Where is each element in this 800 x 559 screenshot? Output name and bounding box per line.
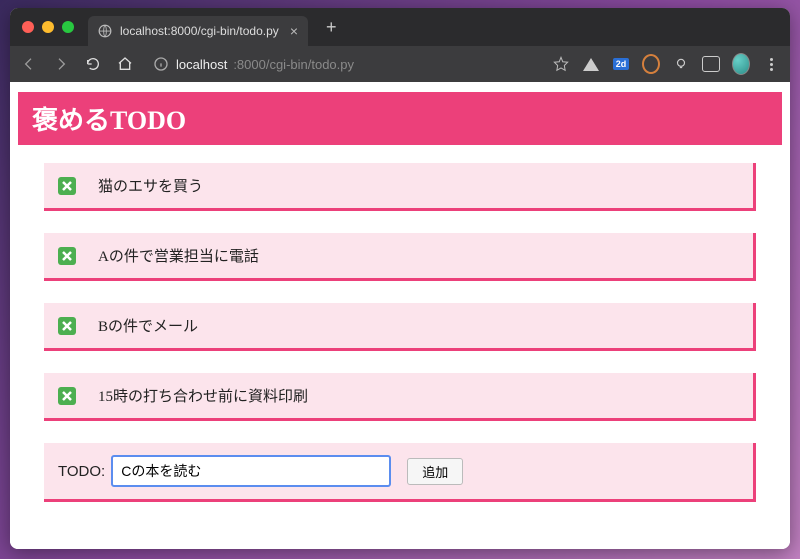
todo-text: 15時の打ち合わせ前に資料印刷 [98,385,308,406]
url-path: :8000/cgi-bin/todo.py [233,57,354,72]
profile-avatar[interactable] [732,55,750,73]
browser-tab[interactable]: localhost:8000/cgi-bin/todo.py × [88,16,308,46]
todo-text: Bの件でメール [98,315,198,336]
chat-icon[interactable] [702,55,720,73]
add-button[interactable]: 追加 [407,458,463,485]
todo-list: 猫のエサを買う Aの件で営業担当に電話 Bの件でメール 15時の打ち合わせ前に資… [18,163,782,502]
page-content: 褒めるTODO 猫のエサを買う Aの件で営業担当に電話 Bの件でメール 15時の… [10,82,790,549]
lightbulb-icon[interactable] [672,55,690,73]
url-host: localhost [176,57,227,72]
new-tab-button[interactable]: + [318,13,345,42]
add-label: TODO: [58,463,105,480]
url-bar: localhost :8000/cgi-bin/todo.py 2d [10,46,790,82]
menu-dots-icon[interactable] [762,55,780,73]
tab-title: localhost:8000/cgi-bin/todo.py [120,24,282,38]
window-controls [22,21,74,33]
minimize-window-button[interactable] [42,21,54,33]
back-button[interactable] [20,55,38,73]
bookmark-icon[interactable] [552,55,570,73]
todo-item: Aの件で営業担当に電話 [44,233,756,281]
extension-ring-icon[interactable] [642,55,660,73]
home-button[interactable] [116,55,134,73]
delete-button[interactable] [58,387,76,405]
close-window-button[interactable] [22,21,34,33]
add-input[interactable] [111,455,391,487]
delete-button[interactable] [58,317,76,335]
delete-button[interactable] [58,247,76,265]
todo-item: Bの件でメール [44,303,756,351]
reload-button[interactable] [84,55,102,73]
todo-text: Aの件で営業担当に電話 [98,245,259,266]
toolbar-right: 2d [552,55,780,73]
forward-button[interactable] [52,55,70,73]
extension-badge-icon[interactable]: 2d [612,55,630,73]
globe-icon [98,24,112,38]
google-drive-icon[interactable] [582,55,600,73]
browser-window: localhost:8000/cgi-bin/todo.py × + local… [10,8,790,549]
maximize-window-button[interactable] [62,21,74,33]
address-field[interactable]: localhost :8000/cgi-bin/todo.py [148,55,530,73]
close-tab-icon[interactable]: × [290,24,298,38]
delete-button[interactable] [58,177,76,195]
add-todo-form: TODO: 追加 [44,443,756,502]
todo-item: 猫のエサを買う [44,163,756,211]
site-info-icon[interactable] [152,55,170,73]
app-title: 褒めるTODO [18,92,782,145]
titlebar: localhost:8000/cgi-bin/todo.py × + [10,8,790,46]
todo-item: 15時の打ち合わせ前に資料印刷 [44,373,756,421]
todo-text: 猫のエサを買う [98,175,203,196]
